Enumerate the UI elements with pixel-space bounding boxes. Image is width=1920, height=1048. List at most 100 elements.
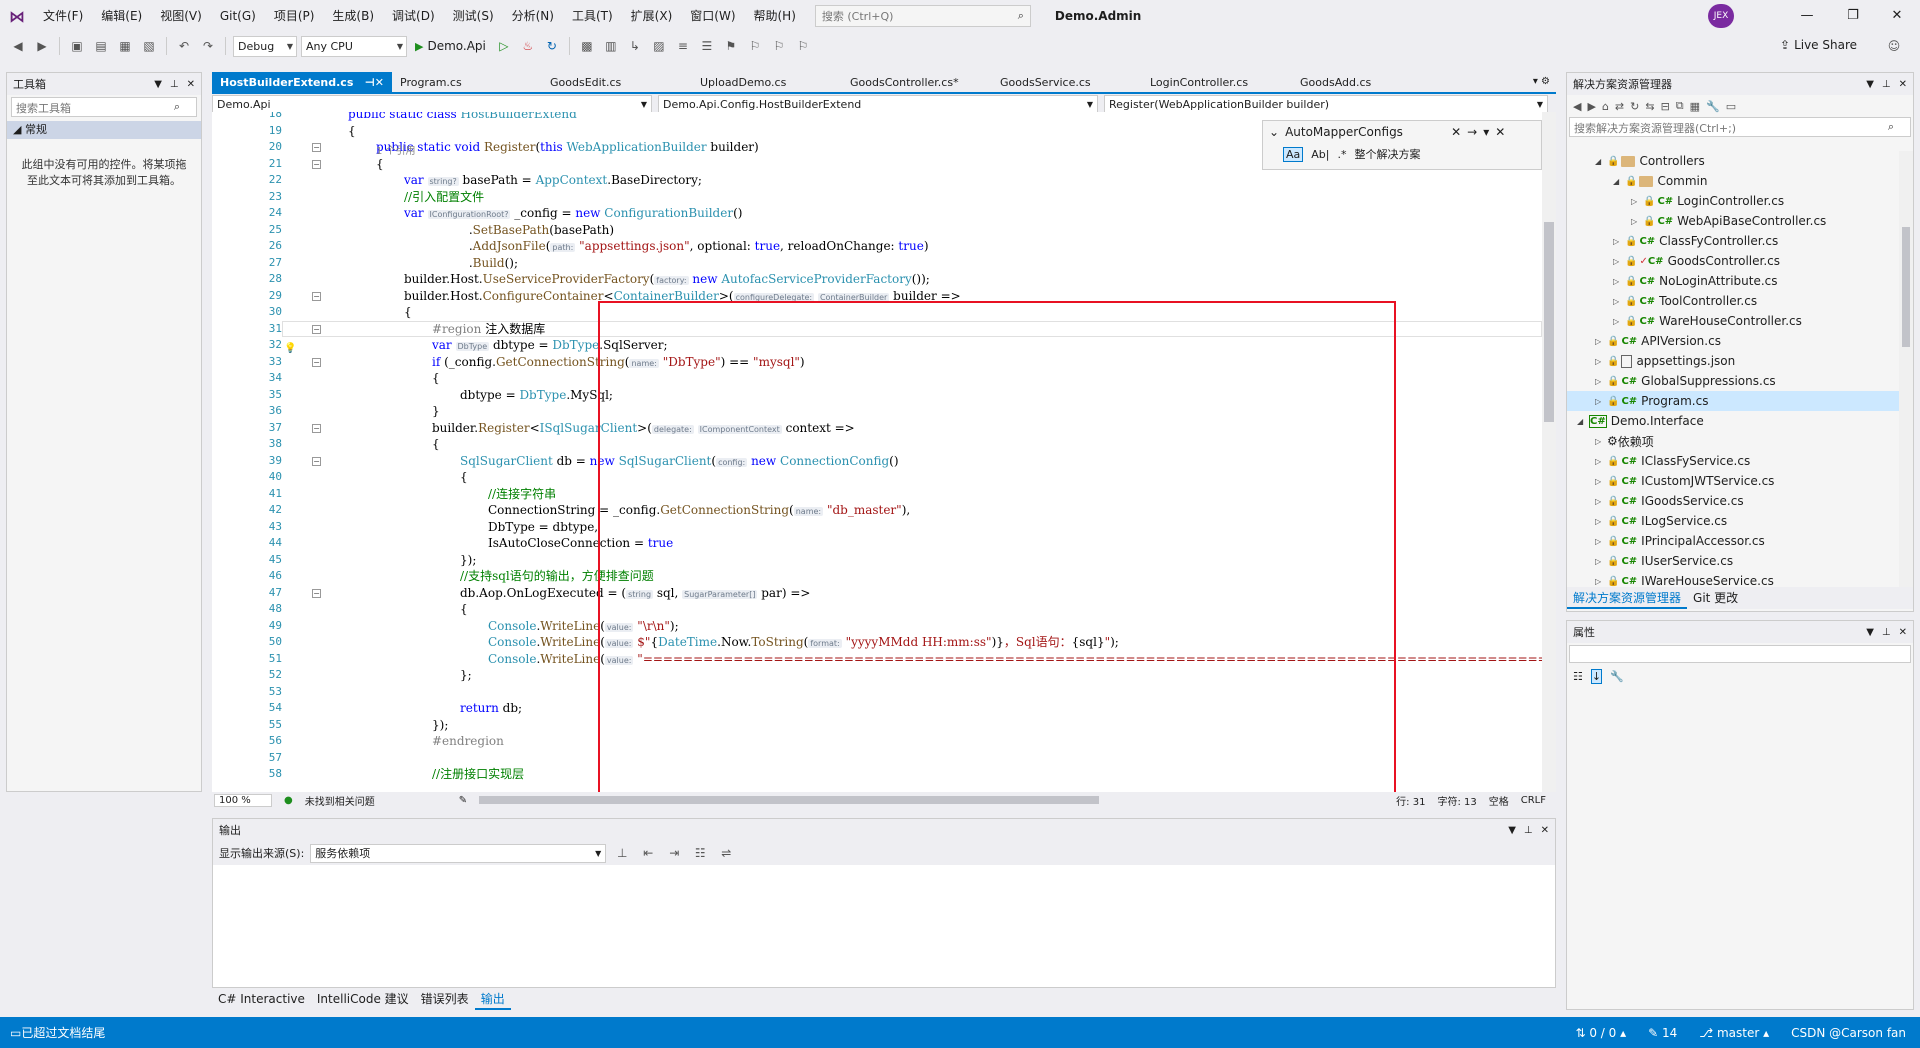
- align-icon[interactable]: ≡: [673, 36, 693, 56]
- close-icon[interactable]: ✕: [1874, 0, 1920, 32]
- menu-item[interactable]: 编辑(E): [92, 0, 151, 32]
- code-line[interactable]: {: [460, 601, 468, 617]
- expanded-icon[interactable]: ◢: [1613, 177, 1625, 186]
- pin-icon[interactable]: ⊥: [1882, 79, 1891, 90]
- edit-count[interactable]: ✎ 14: [1648, 1026, 1677, 1040]
- bottom-tab[interactable]: 错误列表: [415, 988, 475, 1010]
- redo-icon[interactable]: ↷: [198, 36, 218, 56]
- find-message-icon[interactable]: ⊥: [612, 843, 632, 863]
- tree-item[interactable]: ◢ 🔒 Controllers: [1567, 151, 1899, 171]
- clear-bookmarks-icon[interactable]: ⚐: [793, 36, 813, 56]
- menu-item[interactable]: 项目(P): [265, 0, 324, 32]
- solution-search-input[interactable]: 搜索解决方案资源管理器(Ctrl+;) ⌕: [1569, 117, 1911, 137]
- code-line[interactable]: var string? basePath = AppContext.BaseDi…: [404, 172, 702, 188]
- clear-all-icon[interactable]: ☷: [690, 843, 710, 863]
- tree-item[interactable]: ▷ 🔒 C# ClassFyController.cs: [1567, 231, 1899, 251]
- feedback-icon[interactable]: ☺: [1884, 36, 1904, 56]
- tab-document[interactable]: GoodsService.cs: [992, 72, 1142, 92]
- code-line[interactable]: .SetBasePath(basePath): [404, 222, 614, 238]
- collapsed-icon[interactable]: ▷: [1595, 577, 1607, 586]
- code-line[interactable]: var IConfigurationRoot? _config = new Co…: [404, 205, 742, 221]
- tree-item[interactable]: ◢ C# Demo.Interface: [1567, 411, 1899, 431]
- code-line[interactable]: return db;: [460, 700, 522, 716]
- scroll-thumb[interactable]: [1544, 222, 1554, 422]
- menu-item[interactable]: 扩展(X): [622, 0, 682, 32]
- tab-document[interactable]: Program.cs: [392, 72, 542, 92]
- home-icon[interactable]: ⌂: [1602, 100, 1609, 113]
- tab-document[interactable]: GoodsController.cs*: [842, 72, 992, 92]
- horizontal-scrollbar[interactable]: [479, 796, 1100, 804]
- collapsed-icon[interactable]: ▷: [1613, 297, 1625, 306]
- collapsed-icon[interactable]: ▷: [1595, 377, 1607, 386]
- layout-icon[interactable]: ▥: [601, 36, 621, 56]
- chevron-down-icon[interactable]: ⌄: [1269, 125, 1279, 139]
- categorized-icon[interactable]: ☷: [1573, 670, 1583, 683]
- collapsed-icon[interactable]: ▷: [1613, 237, 1625, 246]
- tree-item[interactable]: ▷ 🔒 C# IPrincipalAccessor.cs: [1567, 531, 1899, 551]
- whole-word-toggle[interactable]: Ab|: [1311, 148, 1329, 161]
- tree-item[interactable]: ▷ 🔒 C# NoLoginAttribute.cs: [1567, 271, 1899, 291]
- pin-icon[interactable]: ⊥: [170, 79, 179, 90]
- toolbox-search-input[interactable]: 搜索工具箱 ⌕: [11, 97, 197, 117]
- tab-overflow-icon[interactable]: ▾ ⚙: [1533, 72, 1556, 92]
- code-line[interactable]: {: [404, 304, 412, 320]
- scroll-thumb[interactable]: [1902, 227, 1910, 347]
- tree-item[interactable]: ▷ ⚙ 依赖项: [1567, 431, 1899, 451]
- find-scope-dropdown[interactable]: 整个解决方案: [1354, 146, 1420, 162]
- platform-dropdown[interactable]: Any CPU ▼: [301, 35, 407, 57]
- alphabetical-icon[interactable]: ↓: [1590, 668, 1603, 684]
- code-line[interactable]: public static void Register(this WebAppl…: [376, 139, 759, 155]
- code-line[interactable]: };: [460, 667, 472, 683]
- collapsed-icon[interactable]: ▷: [1595, 337, 1607, 346]
- show-all-files-icon[interactable]: ▦: [1690, 100, 1700, 113]
- bottom-tab[interactable]: 输出: [474, 988, 511, 1010]
- back-icon[interactable]: ◀: [8, 36, 28, 56]
- run-button[interactable]: ▶ Demo.Api: [411, 39, 490, 53]
- close-icon[interactable]: ✕: [1451, 125, 1461, 139]
- issues-status[interactable]: 未找到相关问题: [305, 793, 375, 808]
- toolbox-group-general[interactable]: ◢ 常规: [7, 121, 201, 139]
- menu-item[interactable]: 测试(S): [444, 0, 503, 32]
- hot-reload-icon[interactable]: ♨: [518, 36, 538, 56]
- close-icon[interactable]: ✕: [1899, 627, 1907, 638]
- tab-document[interactable]: LoginController.cs: [1142, 72, 1292, 92]
- properties-icon[interactable]: 🔧: [1706, 100, 1720, 113]
- brush-icon[interactable]: ✎: [459, 795, 467, 806]
- whitespace-indicator[interactable]: 空格: [1489, 793, 1509, 808]
- scroll-thumb[interactable]: [479, 796, 1100, 804]
- save-all-icon[interactable]: ▧: [139, 36, 159, 56]
- pending-changes-icon[interactable]: ↻: [1630, 100, 1639, 113]
- code-line[interactable]: }: [432, 403, 440, 419]
- pin-icon[interactable]: ⊣: [365, 76, 375, 89]
- collapse-all-icon[interactable]: ⊟: [1661, 100, 1670, 113]
- output-source-dropdown[interactable]: 服务依赖项 ▼: [310, 843, 607, 863]
- menu-item[interactable]: 帮助(H): [745, 0, 805, 32]
- wrench-icon[interactable]: 🔧: [1610, 670, 1624, 683]
- vertical-scrollbar[interactable]: [1542, 112, 1556, 792]
- collapsed-icon[interactable]: ▷: [1595, 497, 1607, 506]
- chevron-down-icon[interactable]: ▼: [1508, 825, 1516, 836]
- collapsed-icon[interactable]: ▷: [1595, 357, 1607, 366]
- code-line[interactable]: //引入配置文件: [404, 189, 484, 205]
- preview-icon[interactable]: ▭: [1726, 100, 1736, 113]
- menu-item[interactable]: 视图(V): [151, 0, 211, 32]
- menu-item[interactable]: 窗口(W): [681, 0, 744, 32]
- chevron-down-icon[interactable]: ▼: [1866, 79, 1874, 90]
- prev-bookmark-icon[interactable]: ⚐: [745, 36, 765, 56]
- solution-tab[interactable]: 解决方案资源管理器: [1567, 587, 1688, 609]
- code-line[interactable]: });: [432, 717, 448, 733]
- word-wrap-icon[interactable]: ⇌: [716, 843, 736, 863]
- tree-item[interactable]: ▷ 🔒 C# IClassFyService.cs: [1567, 451, 1899, 471]
- expanded-icon[interactable]: ◢: [1595, 157, 1607, 166]
- close-icon[interactable]: ✕: [1541, 825, 1549, 836]
- pin-icon[interactable]: ⊥: [1524, 825, 1533, 836]
- visual-studio-logo-icon[interactable]: ⋈: [0, 0, 34, 32]
- code-line[interactable]: dbtype = DbType.MySql;: [460, 387, 613, 403]
- prev-message-icon[interactable]: ⇤: [638, 843, 658, 863]
- undo-icon[interactable]: ↶: [174, 36, 194, 56]
- reference-count[interactable]: 1 个引用: [376, 142, 416, 157]
- menu-item[interactable]: Git(G): [211, 0, 265, 32]
- back-icon[interactable]: ◀: [1573, 100, 1581, 113]
- open-folder-icon[interactable]: ▤: [91, 36, 111, 56]
- regex-icon[interactable]: .*: [1337, 148, 1346, 161]
